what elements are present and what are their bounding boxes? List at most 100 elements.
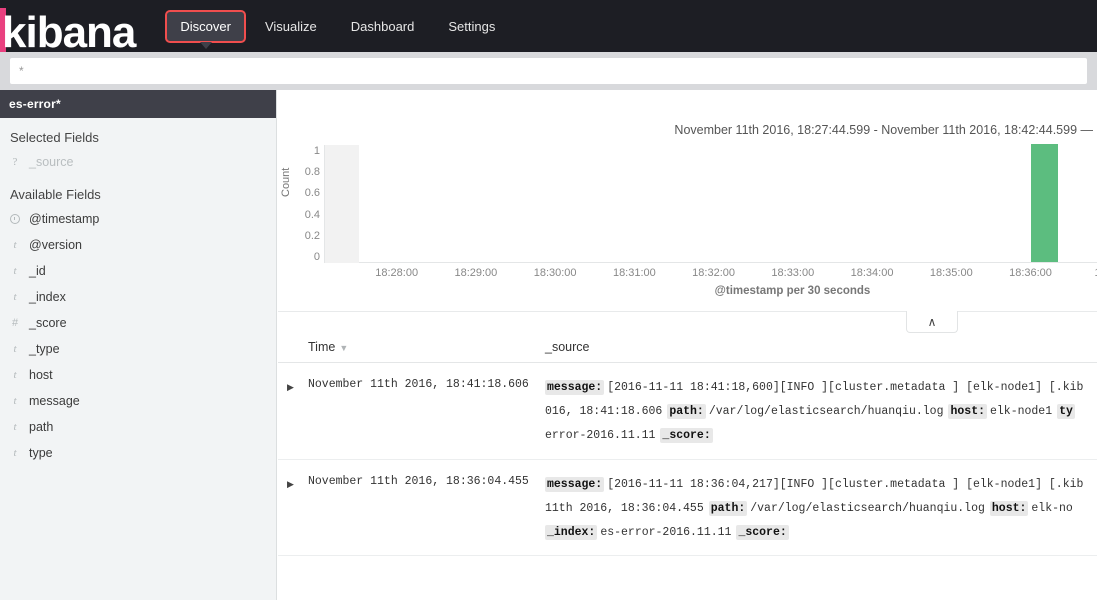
brand-name: kibana [2, 8, 136, 57]
nav-item-dashboard[interactable]: Dashboard [338, 12, 428, 41]
nav-item-discover[interactable]: Discover [165, 9, 246, 49]
string-type-icon: t [13, 343, 17, 355]
field-name: type [29, 446, 53, 460]
field-key: ty [1057, 403, 1075, 419]
field-key: message: [545, 476, 605, 492]
chart-collapse-strip: ∧ [278, 311, 1097, 333]
field-key: path: [708, 500, 748, 516]
field-value: 016, 18:41:18.606 [545, 404, 663, 418]
y-tick-label: 0.2 [304, 229, 320, 242]
x-tick-label: 18:31:00 [612, 267, 656, 279]
number-type-icon: # [11, 317, 19, 329]
field-key: host: [989, 500, 1029, 516]
available-fields-title: Available Fields [10, 187, 101, 202]
string-type-icon: t [13, 291, 17, 303]
field-name: _source [29, 155, 74, 169]
field-row-timestamp[interactable]: @timestamp [0, 206, 276, 232]
y-tick-label: 1 [313, 145, 320, 157]
time-range-title: November 11th 2016, 18:27:44.599 - Novem… [674, 123, 1093, 137]
column-header-time-label: Time [308, 340, 336, 354]
table-row[interactable]: ▶ November 11th 2016, 18:41:18.606 message… [278, 363, 1097, 460]
available-fields-list: @timestamp t @version t _id t _index # _score t _t… [0, 206, 276, 466]
kibana-logo[interactable]: kibana [0, 0, 136, 57]
field-name: _index [29, 290, 66, 304]
query-bar [0, 52, 1097, 90]
collapse-chart-button[interactable]: ∧ [906, 311, 958, 333]
field-value: [2016-11-11 18:41:18,600][INFO ][cluster… [607, 381, 1084, 394]
string-type-icon: t [13, 369, 17, 381]
column-header-source[interactable]: _source [545, 340, 1097, 354]
field-row-id[interactable]: t _id [0, 258, 276, 284]
row-source: message: [2016-11-11 18:41:18,600][INFO ]… [545, 376, 1097, 448]
field-name: path [29, 420, 54, 434]
column-header-time[interactable]: Time ▼ [278, 340, 545, 354]
field-value: /var/log/elasticsearch/huanqiu.log [750, 501, 985, 515]
field-value: elk-node1 [990, 404, 1053, 418]
field-row-path[interactable]: t path [0, 414, 276, 440]
field-name: @timestamp [29, 212, 100, 226]
sort-desc-icon[interactable]: ▼ [339, 343, 348, 353]
documents-table: Time ▼ _source ▶ November 11th 2016, 18:41… [278, 330, 1097, 557]
field-key: path: [667, 403, 706, 419]
field-row-host[interactable]: t host [0, 362, 276, 388]
histogram-bar[interactable] [1030, 144, 1059, 262]
field-row-source[interactable]: ? _source [0, 149, 276, 175]
x-tick-label: 18:29:00 [454, 267, 498, 279]
y-tick-label: 0.6 [304, 187, 320, 200]
x-tick-label: 18:28:00 [375, 267, 419, 279]
field-key: message: [545, 380, 605, 395]
x-tick-label: 18:32:00 [692, 267, 735, 279]
active-tab-caret [199, 41, 212, 49]
expand-cell: ▶ [278, 473, 308, 545]
top-navbar: kibana Discover Visualize Dashboard Setting… [0, 0, 1097, 57]
row-source: message: [2016-11-11 18:36:04,217][INFO ]… [545, 473, 1097, 545]
nav-item-settings[interactable]: Settings [435, 12, 508, 41]
field-value: /var/log/elasticsearch/huanqiu.log [708, 404, 944, 418]
source-line: message: [2016-11-11 18:36:04,217][INFO ]… [545, 473, 1097, 497]
field-row-index[interactable]: t _index [0, 284, 276, 310]
y-tick-label: 0.8 [304, 166, 320, 179]
x-axis-ticks: 18:28:00 18:29:00 18:30:00 18:31:00 18:32:00… [324, 267, 1097, 281]
table-body: ▶ November 11th 2016, 18:41:18.606 message… [278, 363, 1097, 557]
index-pattern-name[interactable]: es-error* [9, 97, 61, 111]
field-row-type[interactable]: t _type [0, 336, 276, 362]
plot-area[interactable] [324, 144, 1097, 263]
field-row-message[interactable]: t message [0, 388, 276, 414]
unknown-type-icon: ? [12, 156, 18, 168]
field-value: error-2016.11.11 [545, 428, 656, 442]
string-type-icon: t [13, 239, 17, 251]
field-row-type[interactable]: t type [0, 440, 276, 466]
source-line: error-2016.11.11 _score: [545, 424, 1097, 448]
table-row[interactable]: ▶ November 11th 2016, 18:36:04.455 message… [278, 460, 1097, 557]
string-type-icon: t [13, 447, 17, 459]
string-type-icon: t [13, 421, 17, 433]
x-tick-label: 18:30:00 [533, 267, 577, 279]
x-tick-label: 18:34:00 [850, 267, 894, 279]
x-tick-label: 18:36:00 [1009, 267, 1052, 279]
kibana-discover-app: kibana Discover Visualize Dashboard Setting… [0, 0, 1097, 600]
field-row-version[interactable]: t @version [0, 232, 276, 258]
string-type-icon: t [13, 395, 17, 407]
field-value: elk-no [1031, 501, 1073, 515]
y-axis-ticks: 1 0.8 0.6 0.4 0.2 0 [292, 145, 320, 263]
expand-row-icon[interactable]: ▶ [287, 382, 294, 393]
field-key: _score: [736, 524, 789, 540]
y-tick-label: 0.4 [304, 208, 320, 221]
field-name: _type [29, 342, 60, 356]
expand-row-icon[interactable]: ▶ [287, 479, 294, 490]
field-row-score[interactable]: # _score [0, 310, 276, 336]
search-input[interactable] [10, 58, 1087, 84]
field-value: 11th 2016, 18:36:04.455 [545, 501, 704, 515]
y-tick-label: 0 [313, 250, 320, 263]
histogram-chart: Count 1 0.8 0.6 0.4 0.2 0 18:28:00 18:29:00 18:… [278, 144, 1097, 297]
row-time: November 11th 2016, 18:41:18.606 [308, 378, 529, 391]
field-name: message [29, 394, 80, 408]
field-name: host [29, 368, 53, 382]
nav-item-visualize[interactable]: Visualize [252, 12, 330, 41]
index-pattern-header: es-error* [0, 90, 276, 118]
x-axis-label: @timestamp per 30 seconds [714, 285, 871, 297]
field-name: _score [29, 316, 67, 330]
field-value: es-error-2016.11.11 [600, 525, 732, 539]
field-key: _score: [660, 427, 713, 443]
string-type-icon: t [13, 265, 17, 277]
